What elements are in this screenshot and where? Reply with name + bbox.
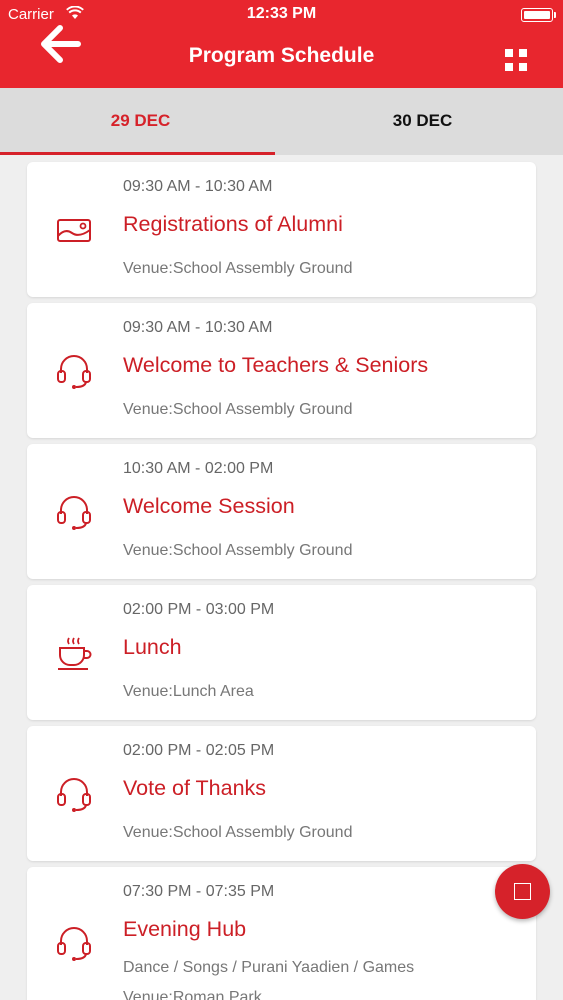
event-time: 10:30 AM - 02:00 PM [123, 460, 274, 477]
event-venue: Venue:School Assembly Ground [123, 542, 353, 559]
schedule-item[interactable]: 02:00 PM - 02:05 PM Vote of Thanks Venue… [27, 726, 536, 861]
tab-label: 29 DEC [110, 111, 171, 130]
event-time: 09:30 AM - 10:30 AM [123, 319, 273, 336]
coffee-cup-icon [55, 635, 93, 671]
schedule-item[interactable]: 09:30 AM - 10:30 AM Registrations of Alu… [27, 162, 536, 297]
event-venue: Venue:School Assembly Ground [123, 401, 353, 418]
event-title: Vote of Thanks [123, 776, 267, 800]
schedule-list[interactable]: 09:30 AM - 10:30 AM Registrations of Alu… [0, 155, 563, 1000]
headset-icon [55, 494, 93, 530]
event-title: Evening Hub [123, 917, 247, 941]
tab-30-dec[interactable]: 30 DEC [282, 88, 563, 155]
event-time: 09:30 AM - 10:30 AM [123, 178, 273, 195]
grid-menu-button[interactable] [505, 49, 527, 71]
schedule-item[interactable]: 09:30 AM - 10:30 AM Welcome to Teachers … [27, 303, 536, 438]
tab-29-dec[interactable]: 29 DEC [0, 88, 281, 155]
floating-action-button[interactable] [495, 864, 550, 919]
event-title: Welcome Session [123, 494, 295, 518]
event-venue: Venue:School Assembly Ground [123, 260, 353, 277]
event-description: Dance / Songs / Purani Yaadien / Games [123, 959, 415, 976]
page-title: Program Schedule [188, 44, 375, 67]
image-icon [55, 212, 93, 248]
headset-icon [55, 925, 93, 961]
event-title: Registrations of Alumni [123, 212, 343, 236]
schedule-item[interactable]: 10:30 AM - 02:00 PM Welcome Session Venu… [27, 444, 536, 579]
headset-icon [55, 353, 93, 389]
event-time: 02:00 PM - 03:00 PM [123, 601, 275, 618]
schedule-item[interactable]: 02:00 PM - 03:00 PM Lunch Venue:Lunch Ar… [27, 585, 536, 720]
event-title: Welcome to Teachers & Seniors [123, 353, 429, 377]
schedule-item[interactable]: 07:30 PM - 07:35 PM Evening Hub Dance / … [27, 867, 536, 1000]
event-time: 02:00 PM - 02:05 PM [123, 742, 275, 759]
tab-label: 30 DEC [392, 111, 453, 130]
grid-icon [505, 49, 513, 57]
event-time: 07:30 PM - 07:35 PM [123, 883, 275, 900]
event-title: Lunch [123, 635, 182, 659]
app-header: Carrier 12:33 PM Program Schedule [0, 0, 563, 88]
headset-icon [55, 776, 93, 812]
square-icon [514, 883, 531, 900]
event-venue: Venue:Lunch Area [123, 683, 254, 700]
battery-icon [521, 8, 556, 22]
event-venue: Venue:School Assembly Ground [123, 824, 353, 841]
event-venue: Venue:Roman Park [123, 989, 262, 1000]
date-tabs: 29 DEC 30 DEC [0, 88, 563, 155]
